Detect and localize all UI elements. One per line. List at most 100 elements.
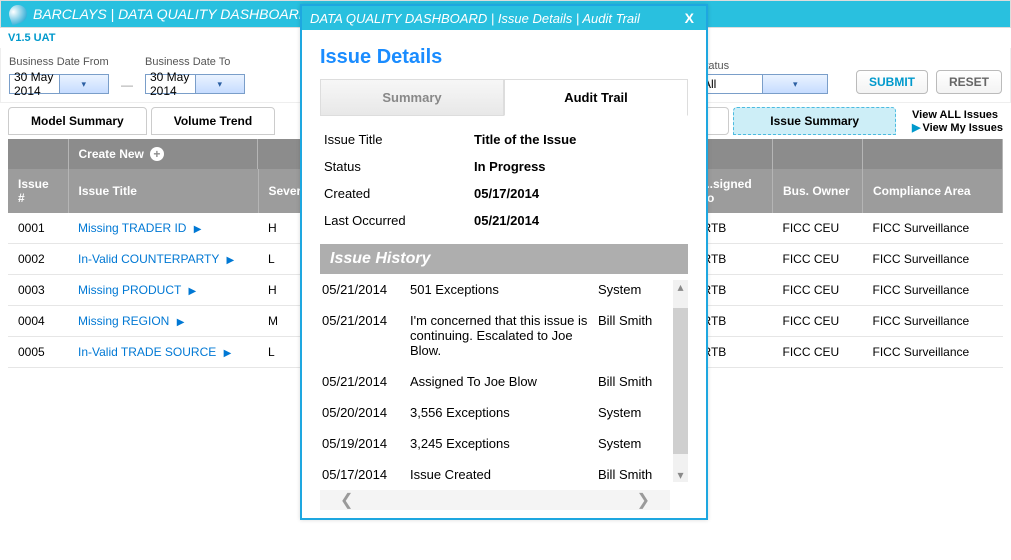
chevron-right-icon: ▶ xyxy=(188,286,196,297)
field-issue-title-label: Issue Title xyxy=(324,132,474,147)
cell-issue-title-link[interactable]: Missing REGION ▶ xyxy=(68,306,258,337)
logo-icon xyxy=(6,2,29,25)
scroll-right-icon[interactable]: ❯ xyxy=(637,490,650,510)
tab-summary[interactable]: Summary xyxy=(320,79,504,116)
date-to-value: 30 May 2014 xyxy=(146,70,195,98)
cell-issue-no: 0003 xyxy=(8,275,68,306)
app-title: BARCLAYS | DATA QUALITY DASHBOARD xyxy=(33,6,309,22)
modal-tabs: Summary Audit Trail xyxy=(320,79,688,116)
close-icon[interactable]: X xyxy=(681,10,698,26)
history-date: 05/21/2014 xyxy=(322,282,400,297)
cell-issue-no: 0005 xyxy=(8,337,68,368)
tab-model-summary[interactable]: Model Summary xyxy=(8,107,147,135)
view-my-issues-link[interactable]: ▶View My Issues xyxy=(912,121,1003,134)
cell-bus-owner: FICC CEU xyxy=(773,275,863,306)
status-field: Status All ▾ xyxy=(698,60,828,94)
modal-heading: Issue Details xyxy=(320,46,688,69)
chevron-right-icon: ▶ xyxy=(194,224,202,235)
cell-compliance: FICC Surveillance xyxy=(863,306,1003,337)
field-created-label: Created xyxy=(324,186,474,201)
modal-titlebar[interactable]: DATA QUALITY DASHBOARD | Issue Details |… xyxy=(302,6,706,30)
cell-issue-no: 0004 xyxy=(8,306,68,337)
history-actor: Bill Smith xyxy=(598,374,668,389)
scroll-left-icon[interactable]: ❮ xyxy=(340,490,353,510)
history-date: 05/19/2014 xyxy=(322,436,400,451)
history-row: 05/21/2014I'm concerned that this issue … xyxy=(320,305,670,366)
view-all-issues-link[interactable]: View ALL Issues xyxy=(912,109,1003,121)
date-from-field: Business Date From 30 May 2014 ▾ xyxy=(9,56,109,94)
cell-compliance: FICC Surveillance xyxy=(863,213,1003,244)
cell-issue-no: 0001 xyxy=(8,213,68,244)
history-actor: Bill Smith xyxy=(598,313,668,358)
col-compliance: Compliance Area xyxy=(863,169,1003,213)
col-issue-title: Issue Title xyxy=(68,169,258,213)
history-message: 3,245 Exceptions xyxy=(410,436,588,451)
date-from-label: Business Date From xyxy=(9,56,109,68)
submit-button[interactable]: SUBMIT xyxy=(856,70,928,94)
history-message: I'm concerned that this issue is continu… xyxy=(410,313,588,358)
chevron-right-icon: ▶ xyxy=(177,317,185,328)
cell-compliance: FICC Surveillance xyxy=(863,244,1003,275)
scroll-up-icon[interactable]: ▴ xyxy=(677,280,683,294)
issue-history-header: Issue History xyxy=(320,244,688,274)
chevron-down-icon[interactable]: ▾ xyxy=(762,75,827,93)
history-actor: System xyxy=(598,405,668,420)
field-status-label: Status xyxy=(324,159,474,174)
chevron-right-icon: ▶ xyxy=(226,255,234,266)
history-date: 05/17/2014 xyxy=(322,467,400,482)
horizontal-scrollbar[interactable]: ❮ ❯ xyxy=(320,490,670,510)
history-row: 05/21/2014Assigned To Joe BlowBill Smith xyxy=(320,366,670,397)
cell-compliance: FICC Surveillance xyxy=(863,275,1003,306)
history-row: 05/17/2014 Issue Created Bill Smith xyxy=(320,459,670,490)
history-message: 501 Exceptions xyxy=(410,282,588,297)
chevron-down-icon[interactable]: ▾ xyxy=(59,75,109,93)
chevron-down-icon[interactable]: ▾ xyxy=(195,75,245,93)
date-to-label: Business Date To xyxy=(145,56,245,68)
history-actor: System xyxy=(598,436,668,451)
history-date: 05/21/2014 xyxy=(322,374,400,389)
date-range-separator: — xyxy=(117,78,137,94)
history-date: 05/21/2014 xyxy=(322,313,400,358)
history-message: Issue Created xyxy=(410,467,588,482)
vertical-scrollbar[interactable]: ▴ ▾ xyxy=(673,280,688,482)
cell-bus-owner: FICC CEU xyxy=(773,244,863,275)
plus-icon: + xyxy=(150,147,164,161)
cell-issue-title-link[interactable]: Missing TRADER ID ▶ xyxy=(68,213,258,244)
field-last-occurred-label: Last Occurred xyxy=(324,213,474,228)
status-label: Status xyxy=(698,60,828,72)
history-date: 05/20/2014 xyxy=(322,405,400,420)
date-from-value: 30 May 2014 xyxy=(10,70,59,98)
cell-issue-title-link[interactable]: Missing PRODUCT ▶ xyxy=(68,275,258,306)
status-value: All xyxy=(699,77,763,91)
tab-issue-summary[interactable]: Issue Summary xyxy=(733,107,896,135)
modal-title: DATA QUALITY DASHBOARD | Issue Details |… xyxy=(310,11,640,26)
history-row: 05/19/2014 3,245 Exceptions System xyxy=(320,428,670,459)
scroll-thumb[interactable] xyxy=(673,308,688,454)
cell-issue-no: 0002 xyxy=(8,244,68,275)
date-to-input[interactable]: 30 May 2014 ▾ xyxy=(145,74,245,94)
history-message: 3,556 Exceptions xyxy=(410,405,588,420)
date-from-input[interactable]: 30 May 2014 ▾ xyxy=(9,74,109,94)
history-actor: Bill Smith xyxy=(598,467,668,482)
tab-volume-trend[interactable]: Volume Trend xyxy=(151,107,275,135)
scroll-down-icon[interactable]: ▾ xyxy=(677,468,683,482)
side-links: View ALL Issues ▶View My Issues xyxy=(912,109,1003,134)
issue-details-modal: DATA QUALITY DASHBOARD | Issue Details |… xyxy=(300,4,708,520)
cell-issue-title-link[interactable]: In-Valid COUNTERPARTY ▶ xyxy=(68,244,258,275)
tab-audit-trail[interactable]: Audit Trail xyxy=(504,79,688,116)
cell-bus-owner: FICC CEU xyxy=(773,337,863,368)
reset-button[interactable]: RESET xyxy=(936,70,1002,94)
cell-issue-title-link[interactable]: In-Valid TRADE SOURCE ▶ xyxy=(68,337,258,368)
create-new-button[interactable]: Create New + xyxy=(69,139,259,169)
date-to-field: Business Date To 30 May 2014 ▾ xyxy=(145,56,245,94)
col-bus-owner: Bus. Owner xyxy=(773,169,863,213)
cell-bus-owner: FICC CEU xyxy=(773,213,863,244)
cell-bus-owner: FICC CEU xyxy=(773,306,863,337)
field-issue-title-value: Title of the Issue xyxy=(474,132,576,147)
field-last-occurred-value: 05/21/2014 xyxy=(474,213,539,228)
chevron-right-icon: ▶ xyxy=(224,348,232,359)
status-select[interactable]: All ▾ xyxy=(698,74,828,94)
cell-compliance: FICC Surveillance xyxy=(863,337,1003,368)
history-actor: System xyxy=(598,282,668,297)
history-row: 05/20/2014 3,556 Exceptions System xyxy=(320,397,670,428)
